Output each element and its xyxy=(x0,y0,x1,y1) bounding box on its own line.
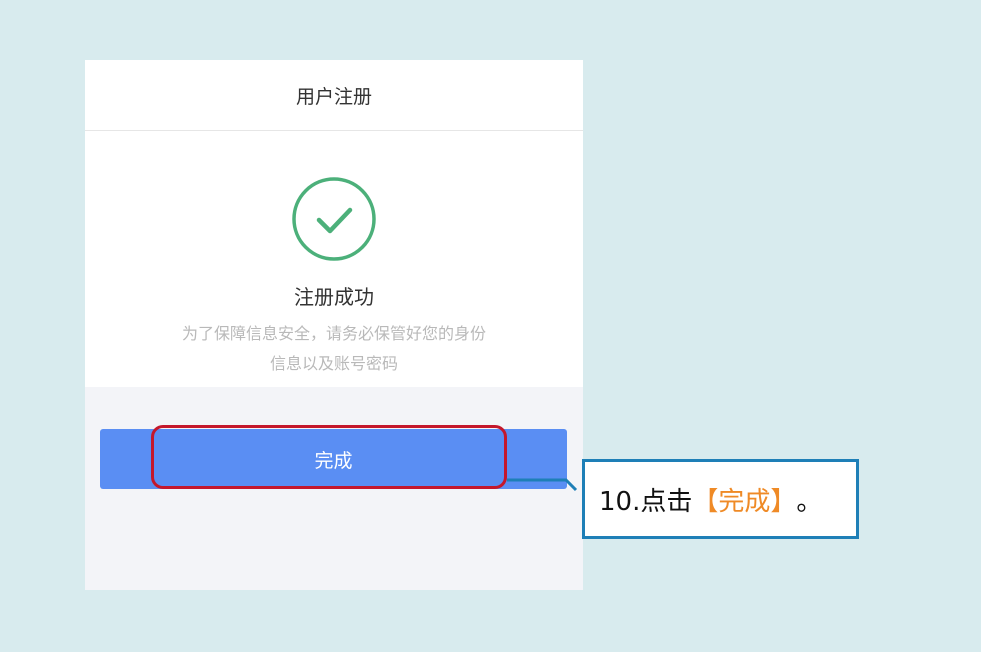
instruction-prefix: 10.点击 xyxy=(599,486,693,517)
instruction-suffix: 。 xyxy=(796,486,823,517)
callout-connector xyxy=(507,478,578,492)
instruction-bracket-open: 【 xyxy=(692,486,719,517)
instruction-bracket-close: 】 xyxy=(770,486,797,517)
instruction-callout: 10.点击【完成】。 xyxy=(582,459,859,539)
instruction-target: 完成 xyxy=(718,486,771,517)
